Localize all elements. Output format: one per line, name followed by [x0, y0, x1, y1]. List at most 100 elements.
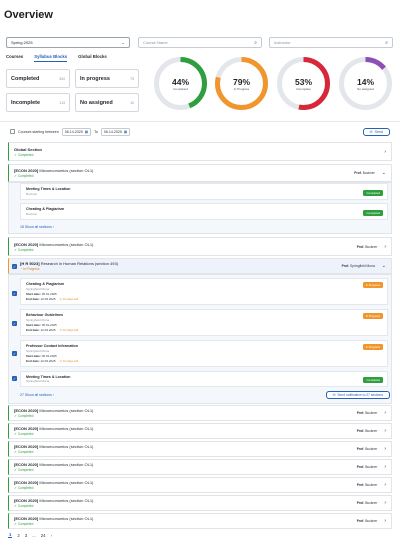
chevron-right-icon[interactable]: › — [384, 149, 386, 155]
section-row[interactable]: Meeting Times & Location Buckner Complete… — [20, 183, 388, 200]
section-row[interactable]: Behaviour Guidelines Springfield Mona St… — [20, 309, 388, 336]
section-row[interactable]: Cheating & Plagiarism Springfield Mona S… — [20, 278, 388, 305]
page-ellipsis: ... — [32, 532, 36, 538]
status-badge: Completed — [363, 377, 383, 383]
donut-incomplete: 53% Incomplete — [276, 56, 331, 111]
course-title: [ECON 2020] Microeconomics (section OL1) — [14, 408, 94, 413]
instructor-placeholder: Instructor — [274, 40, 291, 45]
page-24[interactable]: 24 — [41, 533, 46, 538]
course-row-econ[interactable]: [ECON 2020] Microeconomics (section OL1)… — [8, 477, 392, 493]
section-checkbox[interactable]: ✓ — [12, 321, 17, 326]
donut-percent: 79% — [232, 77, 251, 87]
course-title: [ECON 2020] Microeconomics (section OL1) — [14, 462, 94, 467]
course-row-global[interactable]: Global Section ✓ Completed › — [8, 142, 392, 161]
course-title: Global Section — [14, 146, 43, 152]
status-label: ✓ Completed — [14, 468, 34, 472]
section-dates: Start date: 05.01.2025 — [26, 291, 57, 296]
course-row-econ[interactable]: [ECON 2020] Microeconomics (section OL1)… — [8, 405, 392, 421]
course-row-econ[interactable]: [ECON 2020] Microeconomics (section OL1)… — [8, 237, 392, 256]
course-row-econ[interactable]: [ECON 2020] Microeconomics (section OL1)… — [8, 459, 392, 475]
section-checkbox[interactable]: ✓ — [12, 291, 17, 296]
send-notification-button[interactable]: ✉ Send notification to 27 sections — [325, 391, 390, 399]
professor: Prof. Buckner — [356, 411, 378, 415]
pagination: 1 2 3 ... 24 › — [8, 532, 52, 538]
clock-icon: ◷ — [59, 296, 63, 301]
section-instructor: Springfield Mona — [26, 286, 50, 291]
section-row[interactable]: Meeting Times & Location Springfield Mona… — [20, 371, 388, 387]
section-dates: End date: 12.09.2025 ◷ 10 days left — [26, 358, 79, 363]
chevron-down-icon[interactable]: ⌄ — [382, 263, 386, 269]
tab-courses[interactable]: Courses — [6, 54, 23, 62]
course-row-econ[interactable]: [ECON 2020] Microeconomics (section OL1)… — [8, 164, 392, 182]
course-row-hr[interactable]: ✓ [H R 5023] Research in Human Relations… — [8, 258, 392, 274]
date-to-label: To — [94, 129, 98, 134]
course-row-econ[interactable]: [ECON 2020] Microeconomics (section OL1)… — [8, 423, 392, 439]
check-circle-icon: ✓ — [14, 174, 17, 178]
course-row-econ[interactable]: [ECON 2020] Microeconomics (section OL1)… — [8, 513, 392, 529]
days-left: ◷ 10 days left — [59, 296, 79, 301]
stat-count: 10 — [130, 100, 134, 105]
chevron-right-icon[interactable]: › — [384, 244, 386, 250]
stat-no-assigned[interactable]: No assigned 10 — [75, 93, 139, 112]
section-checkbox[interactable]: ✓ — [12, 351, 17, 356]
section-row[interactable]: Professor Contact Information Springfiel… — [20, 340, 388, 367]
course-row-econ[interactable]: [ECON 2020] Microeconomics (section OL1)… — [8, 441, 392, 457]
tab-global-blocks[interactable]: Global Blocks — [78, 54, 107, 62]
clock-icon: ◷ — [59, 358, 63, 363]
row-checkbox[interactable]: ✓ — [12, 263, 17, 269]
check-circle-icon: ✓ — [14, 247, 17, 252]
donut-completed: 44% Completed — [153, 56, 208, 111]
stat-completed[interactable]: Completed 334 — [6, 69, 70, 88]
donut-no-assigned: 14% No assigned — [338, 56, 393, 111]
chevron-right-icon[interactable]: › — [384, 464, 386, 470]
stat-label: Incomplete — [11, 99, 41, 106]
course-name-input[interactable]: Course Name ⌕ — [138, 37, 262, 48]
send-button[interactable]: ✉ Send — [362, 128, 390, 136]
professor: Prof. Buckner — [356, 429, 378, 433]
course-row-econ[interactable]: [ECON 2020] Microeconomics (section OL1)… — [8, 495, 392, 511]
stat-incomplete[interactable]: Incomplete 113 — [6, 93, 70, 112]
donut-label: Incomplete — [296, 87, 311, 91]
date-to-input[interactable]: 06.14.2025 ▦ — [100, 128, 131, 136]
course-name-placeholder: Course Name — [143, 40, 168, 45]
page-3[interactable]: 3 — [25, 533, 27, 538]
chevron-right-icon[interactable]: › — [384, 518, 386, 524]
calendar-icon: ▦ — [84, 129, 89, 134]
check-circle-icon: ✓ — [14, 432, 17, 436]
section-row[interactable]: Cheating & Plagiarism Buckner Completed — [20, 203, 388, 220]
select-all-checkbox[interactable] — [10, 129, 15, 135]
section-checkbox[interactable]: ✓ — [12, 376, 17, 381]
chevron-right-icon[interactable]: › — [384, 410, 386, 416]
section-instructor: Springfield Mona — [26, 379, 50, 384]
tab-syllabus-blocks[interactable]: Syllabus Blocks — [34, 54, 68, 62]
check-circle-icon: ✓ — [14, 414, 17, 418]
date-from-input[interactable]: 06.14.2025 ▦ — [61, 128, 92, 136]
show-all-sections-link[interactable]: 18 Show all sections › — [20, 225, 54, 229]
show-all-sections-link[interactable]: 27 Show all sections › — [20, 393, 54, 397]
stat-in-progress[interactable]: In progress 73 — [75, 69, 139, 88]
chevron-right-icon[interactable]: › — [384, 428, 386, 434]
professor: Prof. Springfield Mona — [341, 264, 375, 268]
semester-select[interactable]: Spring 2025 ⌄ — [6, 37, 130, 48]
chevron-right-icon[interactable]: › — [384, 446, 386, 452]
course-title: [ECON 2020] Microeconomics (section OL1) — [14, 516, 94, 521]
status-badge: In Progress — [362, 282, 383, 288]
professor: Prof. Buckner — [356, 447, 378, 451]
donut-label: In Progress — [233, 87, 250, 91]
section-title: Behaviour Guidelines — [26, 313, 63, 318]
section-title: Cheating & Plagiarism — [26, 207, 65, 212]
page-1[interactable]: 1 — [8, 532, 13, 538]
donut-percent: 14% — [356, 77, 375, 87]
stat-count: 334 — [59, 76, 65, 81]
status-label: ✓ Completed — [14, 152, 34, 157]
search-icon: ⌕ — [385, 39, 388, 46]
section-instructor: Buckner — [26, 191, 38, 196]
next-page-icon[interactable]: › — [51, 533, 52, 538]
chevron-right-icon[interactable]: › — [384, 500, 386, 506]
page-2[interactable]: 2 — [17, 533, 19, 538]
instructor-input[interactable]: Instructor ⌕ — [269, 37, 393, 48]
page-title: Overview — [4, 9, 53, 21]
status-label: ✓ Completed — [14, 450, 34, 454]
chevron-right-icon[interactable]: › — [384, 482, 386, 488]
chevron-down-icon[interactable]: ⌄ — [382, 170, 386, 176]
